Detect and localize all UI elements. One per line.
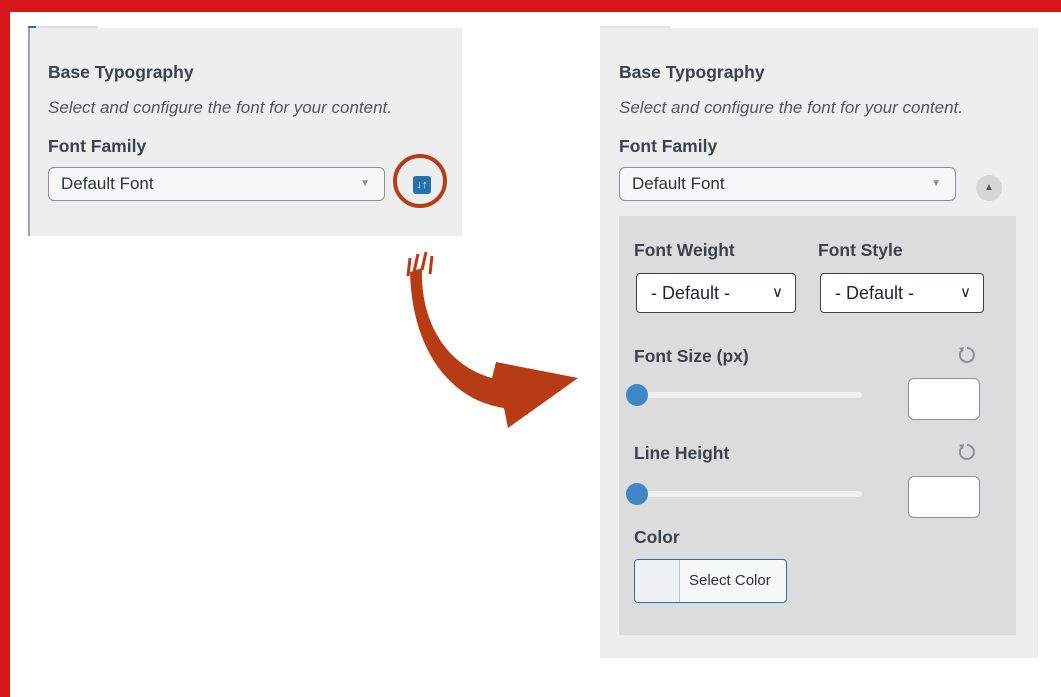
font-family-label: Font Family (619, 136, 718, 156)
reset-icon[interactable] (956, 441, 978, 463)
typography-panel-collapsed (28, 28, 462, 236)
font-size-label: Font Size (px) (634, 346, 749, 366)
font-family-select[interactable]: Default Font ▼ (619, 167, 956, 201)
section-description: Select and configure the font for your c… (619, 98, 963, 117)
font-style-select[interactable]: - Default - ∨ (820, 273, 984, 313)
curved-arrow-icon (406, 251, 578, 428)
line-height-slider-track[interactable] (634, 491, 862, 497)
dropdown-arrow-icon: ▼ (360, 178, 370, 189)
select-color-label: Select Color (689, 572, 771, 589)
font-family-label: Font Family (48, 136, 147, 156)
font-style-value: - Default - (835, 283, 915, 303)
font-weight-label: Font Weight (634, 240, 735, 260)
section-title: Base Typography (619, 62, 765, 82)
font-weight-select[interactable]: - Default - ∨ (636, 273, 796, 313)
reset-icon[interactable] (956, 344, 978, 366)
font-size-slider-thumb[interactable] (626, 384, 648, 406)
font-family-value: Default Font (61, 174, 154, 193)
triangle-up-icon[interactable]: ▲ (976, 175, 1002, 201)
section-description: Select and configure the font for your c… (48, 98, 392, 117)
font-style-label: Font Style (818, 240, 903, 260)
chevron-down-icon: ∨ (960, 284, 971, 301)
font-family-select[interactable]: Default Font ▼ (48, 167, 385, 201)
section-title: Base Typography (48, 62, 194, 82)
color-label: Color (634, 527, 680, 547)
font-size-slider-track[interactable] (634, 392, 862, 398)
highlight-circle (393, 154, 447, 208)
chevron-down-icon: ∨ (772, 284, 783, 301)
font-size-input[interactable] (908, 378, 980, 420)
font-weight-value: - Default - (651, 283, 731, 303)
line-height-slider-thumb[interactable] (626, 483, 648, 505)
line-height-input[interactable] (908, 476, 980, 518)
font-family-value: Default Font (632, 174, 725, 193)
dropdown-arrow-icon: ▼ (931, 178, 941, 189)
line-height-label: Line Height (634, 443, 730, 463)
select-color-button[interactable]: Select Color (634, 559, 787, 603)
color-swatch (635, 560, 680, 602)
